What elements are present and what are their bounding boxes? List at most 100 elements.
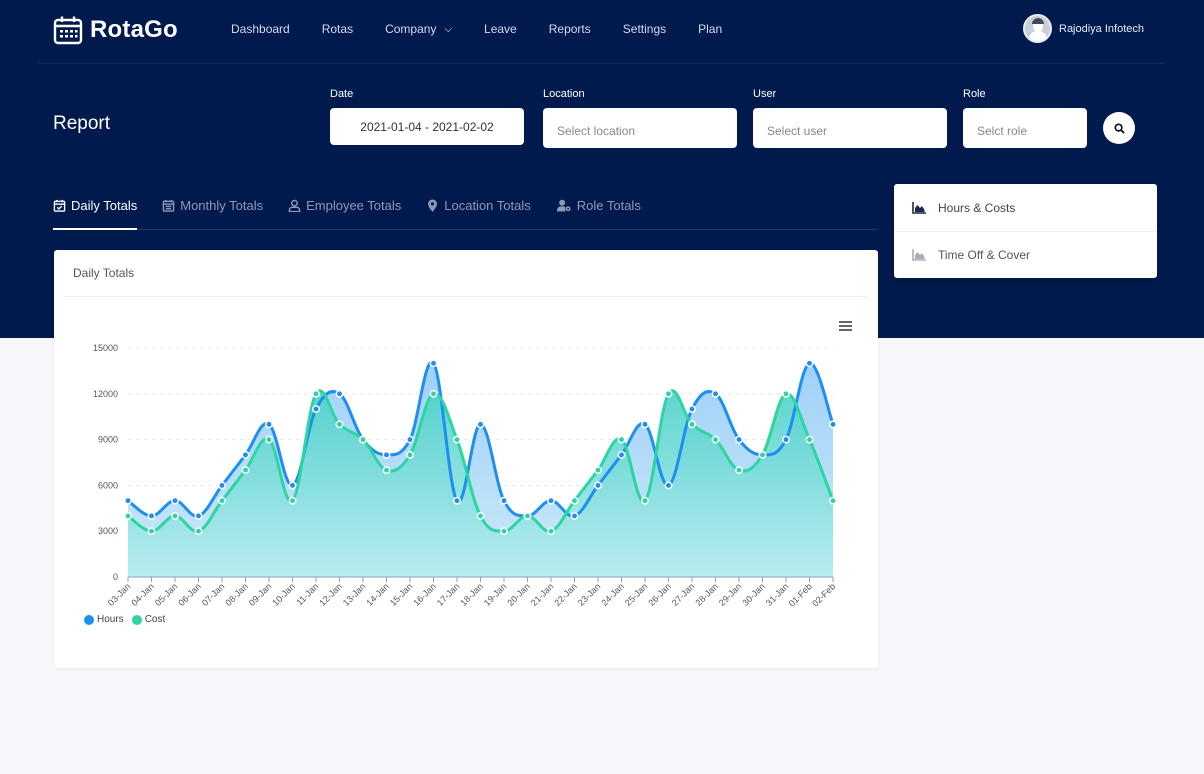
report-type-menu: Hours & Costs Time Off & Cover <box>894 184 1157 278</box>
cost-point <box>711 435 720 444</box>
tab-employee-totals[interactable]: Employee Totals <box>288 195 401 230</box>
x-tick-label: 20-Jan <box>505 581 532 608</box>
search-icon <box>1113 122 1125 134</box>
menu-label: Hours & Costs <box>938 200 1016 215</box>
area-chart-icon <box>912 201 926 214</box>
hours-point <box>335 389 344 398</box>
menu-hours-costs[interactable]: Hours & Costs <box>894 184 1157 231</box>
nav-rotas[interactable]: Rotas <box>322 22 353 36</box>
cost-point <box>382 466 391 475</box>
x-tick-label: 04-Jan <box>129 581 156 608</box>
hours-point <box>594 481 602 490</box>
hours-point <box>265 420 273 429</box>
hours-point <box>547 496 555 505</box>
hours-point <box>688 405 696 414</box>
location-label: Location <box>543 88 585 100</box>
x-tick-label: 21-Jan <box>529 581 556 608</box>
y-tick-label: 6000 <box>98 480 118 490</box>
hours-point <box>782 435 790 444</box>
legend-hours[interactable]: Hours <box>84 614 124 625</box>
x-tick-label: 08-Jan <box>223 581 250 608</box>
nav-dashboard[interactable]: Dashboard <box>231 22 290 36</box>
cost-point <box>547 527 555 536</box>
role-select[interactable]: Selct role <box>963 108 1087 148</box>
hours-point <box>500 496 508 505</box>
tab-daily-totals[interactable]: Daily Totals <box>53 195 138 230</box>
cost-point <box>570 496 579 505</box>
x-tick-label: 18-Jan <box>458 581 485 608</box>
tab-monthly-totals[interactable]: Monthly Totals <box>162 195 263 230</box>
nav-company[interactable]: Company ⌵ <box>385 22 452 36</box>
x-tick-label: 26-Jan <box>646 581 673 608</box>
x-tick-label: 14-Jan <box>364 581 391 608</box>
cost-point <box>735 466 743 475</box>
cost-point <box>829 496 837 505</box>
x-tick-label: 07-Jan <box>200 581 227 608</box>
nav-plan[interactable]: Plan <box>698 22 722 36</box>
legend-marker <box>84 614 94 625</box>
menu-time-off-cover[interactable]: Time Off & Cover <box>894 231 1157 278</box>
tab-role-totals[interactable]: Role Totals <box>556 195 641 230</box>
main-nav: Dashboard Rotas Company ⌵ Leave Reports S… <box>231 22 754 36</box>
daily-totals-chart: 0 3000 6000 9000 12000 15000 03-Jan04-Jan05-Ja… <box>93 343 837 609</box>
area-chart-icon <box>912 249 926 261</box>
x-tick-label: 29-Jan <box>717 581 744 608</box>
chevron-down-icon: ⌵ <box>444 23 453 35</box>
daily-totals-card: Daily Totals 0 3000 6000 9000 12000 15000 03-J… <box>54 250 878 668</box>
legend-cost[interactable]: Cost <box>131 614 166 625</box>
nav-label: Plan <box>698 22 723 36</box>
y-tick-label: 9000 <box>98 435 118 445</box>
cost-point <box>312 389 320 398</box>
user-name: Rajodiya Infotech <box>1059 22 1144 35</box>
location-select[interactable]: Select location <box>543 108 737 148</box>
page-title: Report <box>53 113 111 134</box>
cost-point <box>805 435 814 444</box>
search-button[interactable] <box>1103 112 1135 144</box>
hours-point <box>406 435 414 444</box>
cost-point <box>429 389 438 398</box>
cost-point <box>288 496 297 505</box>
hours-point <box>735 435 743 444</box>
report-tabs: Daily Totals Monthly Totals Employee Tot… <box>53 195 878 230</box>
hours-point <box>194 511 203 520</box>
x-tick-label: 28-Jan <box>693 581 720 608</box>
calendar-icon <box>53 16 83 45</box>
cost-point <box>500 527 508 536</box>
y-tick-label: 3000 <box>98 526 118 536</box>
date-filter: Date 2021-01-04 - 2021-02-02 <box>330 88 524 145</box>
hours-point <box>147 511 156 520</box>
chart-legend: Hours Cost <box>84 614 173 625</box>
nav-reports[interactable]: Reports <box>549 22 591 36</box>
nav-leave[interactable]: Leave <box>484 22 517 36</box>
calendar-icon <box>162 199 175 212</box>
cost-point <box>406 450 414 459</box>
logo[interactable]: RotaGo <box>53 15 178 45</box>
y-tick-label: 15000 <box>93 343 118 353</box>
top-navbar: RotaGo Dashboard Rotas Company ⌵ Leave Re… <box>38 0 1166 64</box>
nav-label: Company <box>385 22 437 36</box>
cost-point <box>523 511 532 520</box>
cost-point <box>476 511 485 520</box>
cost-point <box>641 496 649 505</box>
date-range-input[interactable]: 2021-01-04 - 2021-02-02 <box>330 108 524 145</box>
cost-point <box>782 389 790 398</box>
cost-point <box>265 435 273 444</box>
x-tick-label: 05-Jan <box>153 581 180 608</box>
x-tick-label: 03-Jan <box>106 581 133 608</box>
x-tick-label: 15-Jan <box>388 581 415 608</box>
avatar <box>1023 14 1052 43</box>
nav-settings[interactable]: Settings <box>623 22 666 36</box>
user-cog-icon <box>556 199 571 212</box>
calendar-check-icon <box>53 199 66 212</box>
cost-point <box>758 450 767 459</box>
cost-point <box>359 435 367 444</box>
hours-point <box>476 420 485 429</box>
legend-label: Cost <box>144 614 166 625</box>
tab-location-totals[interactable]: Location Totals <box>426 195 531 230</box>
hours-point <box>218 481 226 490</box>
user-select[interactable]: Select user <box>753 108 947 148</box>
x-tick-label: 19-Jan <box>482 581 509 608</box>
user-menu[interactable]: Rajodiya Infotech <box>1023 14 1144 43</box>
tab-label: Role Totals <box>576 198 641 213</box>
hours-point <box>805 359 814 368</box>
